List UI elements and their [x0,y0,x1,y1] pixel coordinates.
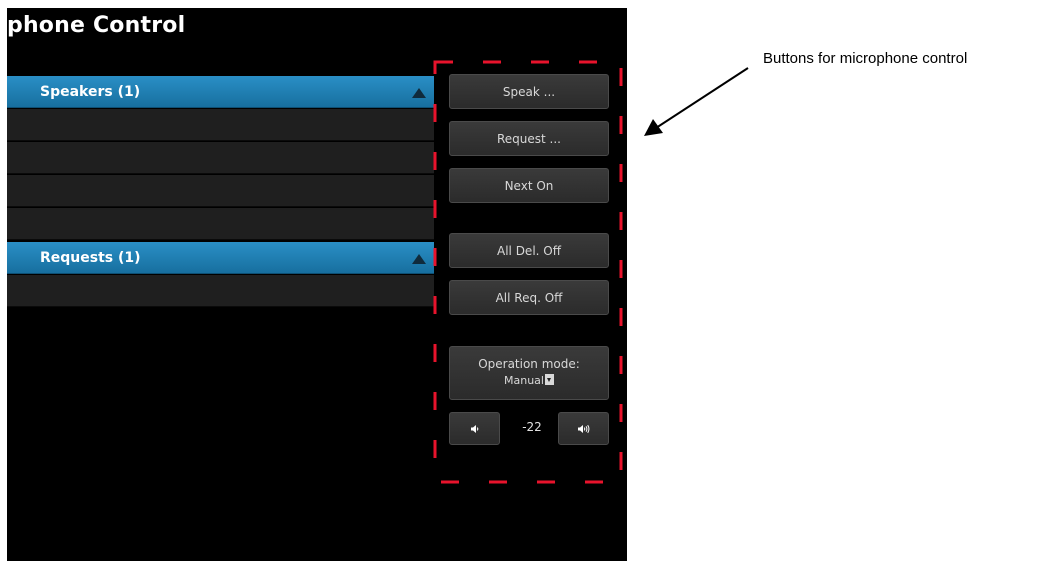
speaker-row[interactable] [7,109,434,141]
operation-mode-label: Operation mode: [478,357,580,371]
page-title: phone Control [7,13,186,38]
dropdown-icon[interactable] [544,374,554,385]
operation-mode-value-wrap[interactable]: Manual [450,374,608,387]
all-del-off-button[interactable]: All Del. Off [449,233,609,268]
request-row[interactable] [7,275,434,307]
annotation-label: Buttons for microphone control [763,50,968,67]
operation-mode-button[interactable]: Operation mode: Manual [449,346,609,400]
speakers-header-label: Speakers (1) [40,84,141,100]
speaker-row[interactable] [7,208,434,240]
annotation-arrow-icon [644,67,749,136]
requests-header[interactable]: Requests (1) [7,242,434,274]
volume-value: -22 [522,420,542,434]
operation-mode-value: Manual [504,374,544,387]
next-on-button[interactable]: Next On [449,168,609,203]
volume-down-button[interactable] [449,412,500,445]
volume-up-button[interactable] [558,412,609,445]
speakers-header[interactable]: Speakers (1) [7,76,434,108]
requests-header-label: Requests (1) [40,250,141,266]
request-button[interactable]: Request ... [449,121,609,156]
speak-button[interactable]: Speak ... [449,74,609,109]
speaker-row[interactable] [7,142,434,174]
speaker-low-icon [470,424,478,433]
speaker-high-icon [577,424,589,433]
speaker-row[interactable] [7,175,434,207]
collapse-triangle-icon[interactable] [412,254,426,264]
all-req-off-button[interactable]: All Req. Off [449,280,609,315]
collapse-triangle-icon[interactable] [412,88,426,98]
app-screen: phone Control Speakers (1) Requests (1) … [7,8,627,561]
